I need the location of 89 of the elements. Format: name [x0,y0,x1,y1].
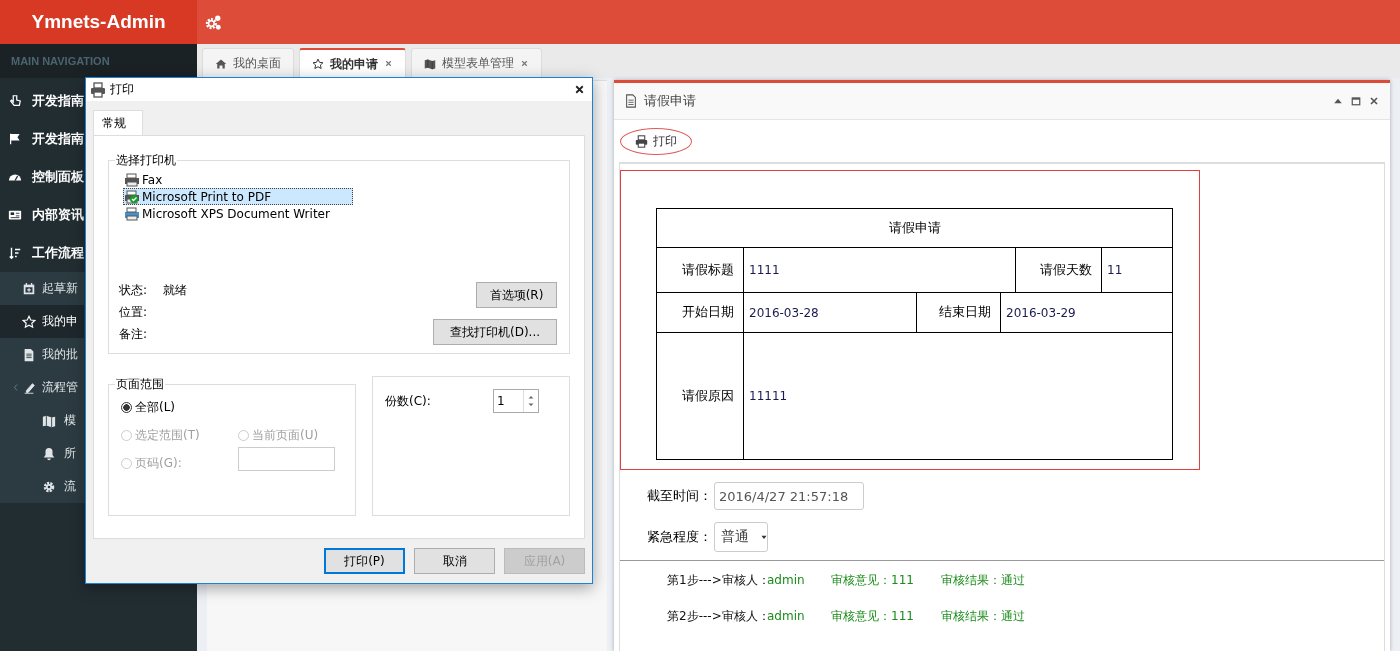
calendar-icon [22,281,36,296]
info-label: 状态: [119,281,149,299]
close-icon [1368,95,1380,107]
field-label: 紧急程度： [646,528,712,546]
result-label: 审核结果： [941,571,1001,589]
tab[interactable]: 常规 [93,110,143,135]
dialog-button[interactable]: 查找打印机(D)... [433,319,557,345]
printer-item[interactable]: Microsoft XPS Document Writer [123,205,353,222]
sidebar-item[interactable]: 流程管 [0,371,84,404]
urgency-select[interactable]: 普通 [714,522,768,552]
map-icon [424,57,436,70]
result-label: 审核结果： [941,607,1001,625]
table-cell: 请假天数 [1016,248,1102,292]
printer-icon [635,134,648,148]
star-icon [312,58,324,70]
sidebar-item[interactable]: 工作流程 [0,234,84,272]
table-cell: 开始日期 [657,293,744,332]
home-icon [215,57,227,70]
copies-spinner[interactable]: 1 [493,389,539,413]
sidebar-item[interactable]: 开发指南 [0,120,84,158]
result-value: 通过 [1001,607,1025,625]
sidebar-item[interactable]: 流 [0,470,84,503]
page-field[interactable] [238,447,335,471]
sidebar-item[interactable]: 模 [0,404,84,437]
result-value: 通过 [1001,571,1025,589]
table-cell: 2016-03-28 [744,293,917,332]
table-cell: 请假原因 [657,333,744,459]
sidebar-item[interactable]: 所 [0,437,84,470]
table-cell: 1111 [744,248,1016,292]
maximize-icon [1350,95,1362,107]
sidebar-item[interactable]: 我的申 [0,305,84,338]
info-value: 就绪 [163,281,187,299]
table-cell-text: 11 [1106,262,1124,279]
map-icon [42,413,56,428]
bell-icon [42,446,56,461]
reviewer-name: admin [767,609,806,623]
document-icon [22,347,36,362]
printer-icon [90,81,106,98]
flag-icon [8,132,22,146]
file-icon [624,94,638,108]
info-label: 备注: [119,325,149,343]
sidebar-item[interactable]: 控制面板 [0,158,84,196]
cogs-icon [205,13,222,31]
dialog-button[interactable]: 首选项(R) [476,282,557,308]
table-cell-text: 11111 [748,388,789,405]
sidebar-item[interactable]: 开发指南 [0,82,84,120]
sidebar-item[interactable]: 内部资讯 [0,196,84,234]
card-icon [8,208,22,222]
opinion-label: 审核意见： [831,571,891,589]
print-button[interactable]: 打印 [620,127,692,155]
radio-option[interactable]: 全部(L) [121,397,338,417]
group-label: 页面范围 [115,376,165,393]
dialog-title: 打印 [110,81,135,98]
dialog-button[interactable]: 取消 [414,548,495,574]
step-label: 第1步--->审核人： [667,571,767,589]
nav-heading: MAIN NAVIGATION [11,55,110,67]
opinion-label: 审核意见： [831,607,891,625]
tab[interactable]: 我的申请 [299,48,406,78]
tab[interactable]: 模型表单管理 [411,48,542,78]
sidebar-item[interactable]: 起草新 [0,272,84,305]
printer-item[interactable]: Fax [123,171,353,188]
opinion-value: 111 [891,609,915,623]
star-icon [22,314,36,329]
copies-label: 份数(C): [385,392,431,410]
table-cell-text: 2016-03-29 [1005,304,1077,322]
pencil-icon [22,380,36,395]
tab[interactable]: 我的桌面 [202,48,294,78]
table-cell: 结束日期 [917,293,1001,332]
field-label: 截至时间： [646,487,712,505]
chevron-icon [12,382,20,392]
hand-icon [8,94,22,108]
table-cell: 请假申请 [657,209,1172,248]
close-icon [384,59,393,68]
gear-icon [42,479,56,494]
table-cell: 请假标题 [657,248,744,292]
printer-item[interactable]: Microsoft Print to PDF [123,188,353,205]
close-icon [520,58,529,68]
sidebar-item[interactable]: 我的批 [0,338,84,371]
step-label: 第2步--->审核人： [667,607,767,625]
sort-icon [8,246,22,260]
group-label: 选择打印机 [115,152,177,169]
close-icon [573,83,586,96]
date-field[interactable]: 2016/4/27 21:57:18 [714,482,864,510]
brand-title[interactable]: Ymnets-Admin [31,11,166,33]
reviewer-name: admin [767,573,806,587]
window-title: 请假申请 [644,92,697,110]
opinion-value: 111 [891,573,915,587]
dialog-button[interactable]: 打印(P) [324,548,405,574]
info-label: 位置: [119,303,149,321]
